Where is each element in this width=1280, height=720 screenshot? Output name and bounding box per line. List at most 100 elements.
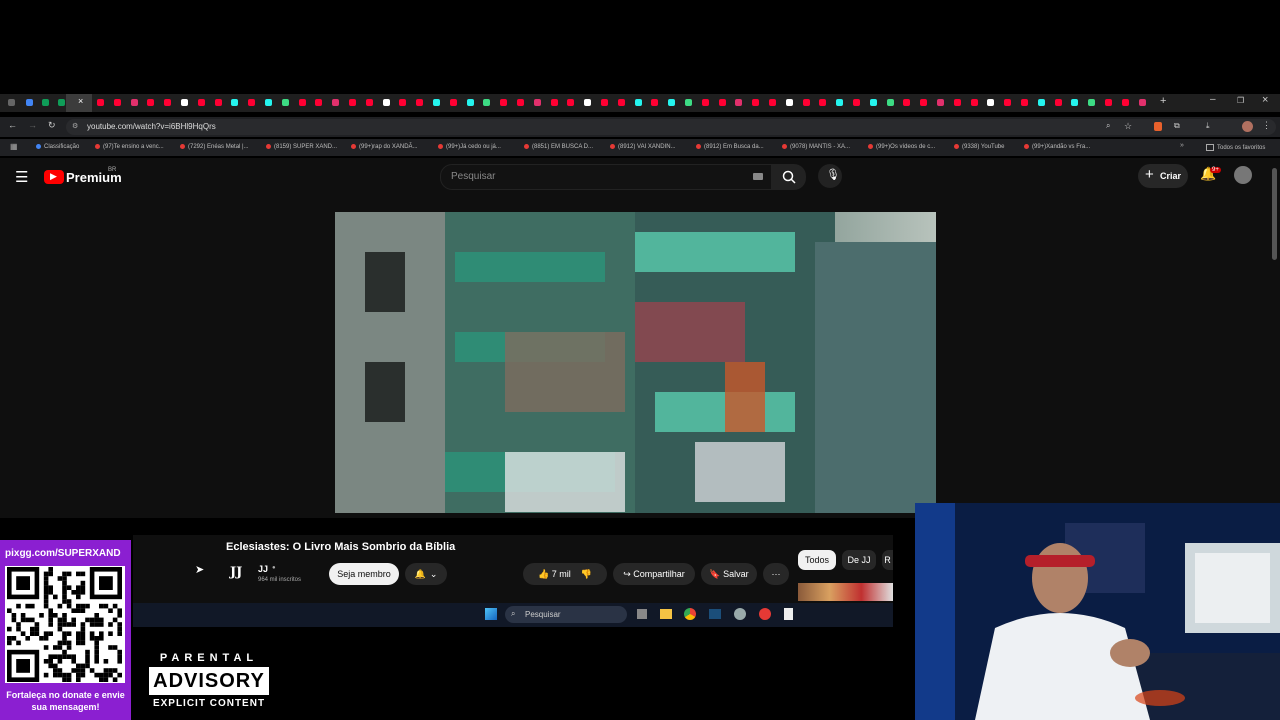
bookmark-item[interactable]: (99+)Já cedo ou já...: [438, 144, 501, 150]
tab-favicon[interactable]: [1021, 99, 1028, 106]
bookmark-item[interactable]: (99+)Xandão vs Fra...: [1024, 144, 1090, 150]
tab-favicon[interactable]: [970, 99, 978, 106]
voice-search-button[interactable]: 🎙: [818, 164, 842, 188]
chip-related[interactable]: R: [882, 550, 893, 570]
tab-favicon[interactable]: [853, 99, 860, 106]
thumbnail[interactable]: [798, 583, 893, 601]
bookmark-item[interactable]: (97)Te ensino a venc...: [95, 144, 164, 150]
tab-favicon[interactable]: [987, 99, 995, 106]
task-view-icon[interactable]: [637, 609, 647, 619]
tab-favicon[interactable]: [1037, 99, 1045, 106]
tab-favicon[interactable]: [1071, 99, 1079, 106]
tab-favicon[interactable]: [265, 99, 272, 106]
youtube-logo-icon[interactable]: ▶: [44, 170, 64, 184]
tab-favicon[interactable]: [953, 99, 961, 106]
tab-favicon[interactable]: [1088, 99, 1096, 106]
back-icon[interactable]: ←: [8, 120, 17, 130]
tab-favicon[interactable]: [382, 99, 390, 106]
keyboard-icon[interactable]: [753, 173, 763, 180]
bookmark-item[interactable]: (8912) Em Busca da...: [696, 144, 764, 150]
tab-favicon[interactable]: [785, 99, 793, 106]
tab-favicon[interactable]: [399, 99, 407, 106]
tab-favicon[interactable]: [1105, 99, 1112, 106]
tab-favicon[interactable]: [634, 99, 642, 106]
document-icon[interactable]: [784, 608, 793, 620]
tab-favicon[interactable]: [197, 99, 205, 106]
hamburger-menu-icon[interactable]: ☰: [15, 168, 28, 186]
tab-favicon[interactable]: [26, 99, 33, 106]
bookmark-item[interactable]: (8912) VAI XANDIN...: [610, 144, 676, 150]
address-bar[interactable]: ⚙ youtube.com/watch?v=i6BHl9HqQrs ⌕ ☆ ⧉ …: [66, 119, 1276, 135]
tab-favicon[interactable]: [819, 99, 827, 106]
chrome-icon[interactable]: [684, 608, 696, 620]
menu-icon[interactable]: ⋮: [1262, 120, 1271, 131]
chip-channel[interactable]: De JJ: [842, 550, 876, 570]
subscribe-bell-button[interactable]: 🔔 ⌄: [405, 563, 447, 585]
share-button[interactable]: ↪ Compartilhar: [613, 563, 695, 585]
tab-favicon[interactable]: [315, 99, 323, 106]
new-tab-icon[interactable]: +: [1160, 95, 1166, 107]
zoom-icon[interactable]: ⌕: [1106, 121, 1110, 131]
search-button[interactable]: [772, 164, 806, 190]
tab-favicon[interactable]: [1138, 99, 1146, 106]
tab-favicon[interactable]: [718, 99, 726, 106]
extension-icon[interactable]: [1154, 122, 1162, 131]
tab-favicon[interactable]: [685, 99, 692, 106]
tab-favicon[interactable]: [365, 99, 373, 106]
tab-favicon[interactable]: [58, 99, 65, 106]
window-close-icon[interactable]: ×: [1262, 94, 1268, 106]
video-player[interactable]: [335, 212, 936, 513]
more-bookmarks-icon[interactable]: »: [1180, 142, 1184, 149]
bookmark-item[interactable]: (8851) EM BUSCA D...: [524, 144, 593, 150]
tab-favicon[interactable]: [802, 99, 810, 106]
extensions-icon[interactable]: ⧉: [1174, 121, 1180, 131]
taskbar-search-input[interactable]: ⌕ Pesquisar: [505, 606, 627, 623]
tab-favicon[interactable]: [214, 99, 222, 106]
channel-logo[interactable]: JJ: [230, 565, 242, 580]
tab-favicon[interactable]: [533, 99, 541, 106]
tab-favicon[interactable]: [567, 99, 575, 106]
save-button[interactable]: 🔖 Salvar: [701, 563, 757, 585]
bookmark-item[interactable]: (8159) SUPER XAND...: [266, 144, 337, 150]
reload-icon[interactable]: ↻: [48, 120, 56, 131]
tab-favicon[interactable]: [147, 99, 155, 106]
active-tab[interactable]: ×: [66, 94, 92, 112]
tab-favicon[interactable]: [668, 99, 676, 106]
url-text[interactable]: youtube.com/watch?v=i6BHl9HqQrs: [87, 122, 216, 131]
minimize-icon[interactable]: –: [1210, 94, 1216, 105]
tab-favicon[interactable]: [584, 99, 592, 106]
tab-favicon[interactable]: [550, 99, 558, 106]
all-bookmarks[interactable]: Todos os favoritos: [1206, 144, 1265, 151]
download-icon[interactable]: ⤓: [1206, 121, 1210, 131]
tab-favicon[interactable]: [298, 99, 306, 106]
tab-favicon[interactable]: [617, 99, 625, 106]
tab-favicon[interactable]: [332, 99, 340, 106]
tab-list-icon[interactable]: [8, 99, 15, 106]
app-icon[interactable]: [759, 608, 771, 620]
tab-favicon[interactable]: [113, 99, 121, 106]
tab-favicon[interactable]: [869, 99, 877, 106]
tab-favicon[interactable]: [500, 99, 508, 106]
bookmark-item[interactable]: (9078) MANTIS - XA...: [782, 144, 850, 150]
tab-favicon[interactable]: [181, 99, 188, 106]
tab-favicon[interactable]: [483, 99, 491, 106]
tab-favicon[interactable]: [97, 99, 104, 106]
settings-icon[interactable]: [734, 608, 746, 620]
tab-favicon[interactable]: [701, 99, 709, 106]
maximize-icon[interactable]: ❐: [1237, 96, 1244, 105]
bookmark-item[interactable]: (7292) Enéas Metal |...: [180, 144, 249, 150]
site-info-icon[interactable]: ⚙: [72, 122, 78, 130]
scrollbar[interactable]: [1272, 168, 1277, 260]
tab-favicon[interactable]: [735, 99, 743, 106]
tab-favicon[interactable]: [601, 99, 608, 106]
avatar[interactable]: [1234, 166, 1252, 184]
tab-favicon[interactable]: [42, 99, 49, 106]
tab-favicon[interactable]: [281, 99, 289, 106]
tab-favicon[interactable]: [433, 99, 440, 106]
bookmark-item[interactable]: (99+)rap do XANDÃ...: [351, 144, 418, 150]
thumbs-down-icon[interactable]: 👎: [581, 569, 592, 580]
tab-favicon[interactable]: [466, 99, 474, 106]
tab-favicon[interactable]: [130, 99, 138, 106]
steam-icon[interactable]: [709, 609, 721, 619]
bookmark-item[interactable]: (99+)Os vídeos de c...: [868, 144, 935, 150]
